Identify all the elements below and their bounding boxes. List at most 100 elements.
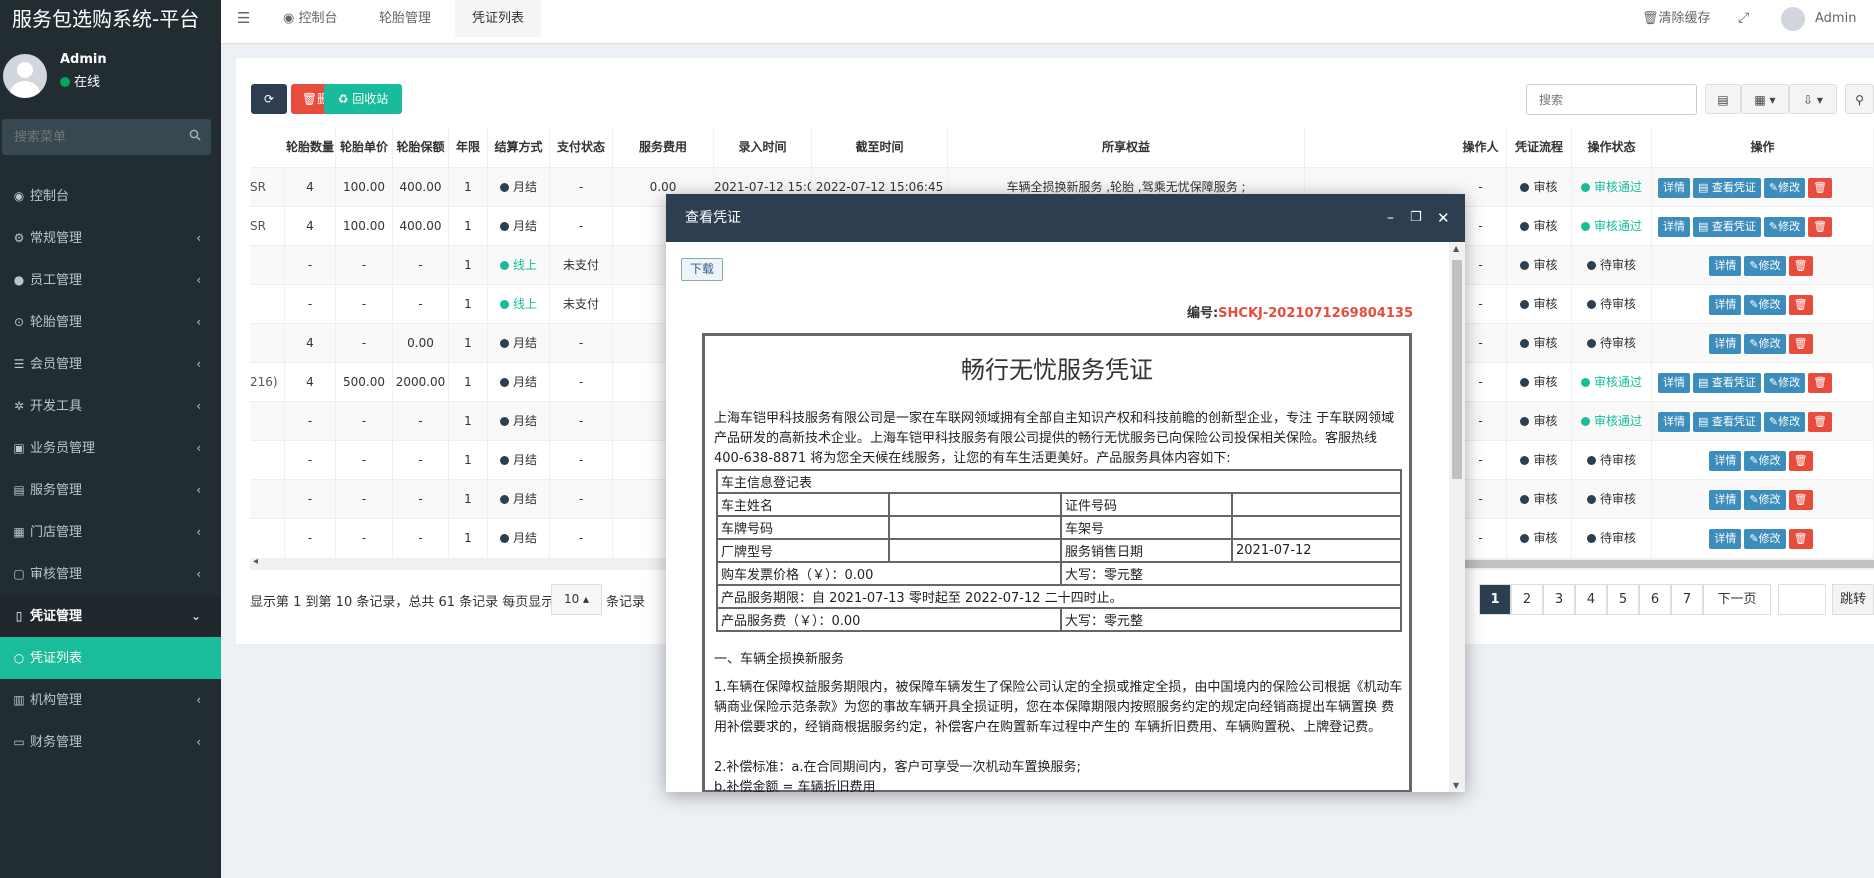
delete-row-button[interactable]: 🗑 xyxy=(1788,450,1813,471)
close-icon[interactable]: ✕ xyxy=(1437,194,1450,242)
col-header[interactable]: 截至时间 xyxy=(812,128,948,167)
scrollbar-thumb[interactable] xyxy=(1450,560,1874,568)
delete-row-button[interactable]: 🗑 xyxy=(1808,216,1833,237)
sidebar-item-members[interactable]: ☰ 会员管理 ‹ xyxy=(0,343,221,385)
edit-button[interactable]: ✎修改 xyxy=(1744,333,1786,354)
delete-row-button[interactable]: 🗑 xyxy=(1788,294,1813,315)
advanced-search-button[interactable]: ⚲ xyxy=(1845,84,1874,114)
minimize-icon[interactable]: – xyxy=(1387,194,1394,242)
sidebar-item-service[interactable]: ▤ 服务管理 ‹ xyxy=(0,469,221,511)
sidebar-item-audit[interactable]: ▢ 审核管理 ‹ xyxy=(0,553,221,595)
col-header[interactable]: 服务费用 xyxy=(613,128,714,167)
view-voucher-button[interactable]: ▤ 查看凭证 xyxy=(1693,177,1761,198)
detail-button[interactable]: 详情 xyxy=(1709,450,1742,471)
view-voucher-button[interactable]: ▤ 查看凭证 xyxy=(1693,411,1761,432)
admin-menu[interactable]: Admin xyxy=(1781,0,1856,37)
download-button[interactable]: 下载 xyxy=(681,258,723,281)
scroll-down-icon[interactable]: ▼ xyxy=(1453,781,1459,790)
page-6[interactable]: 6 xyxy=(1639,584,1671,615)
detail-button[interactable]: 详情 xyxy=(1709,489,1742,510)
tab-dashboard[interactable]: ◉ 控制台 xyxy=(283,0,338,37)
edit-button[interactable]: ✎修改 xyxy=(1744,528,1786,549)
search-icon[interactable] xyxy=(189,129,201,141)
page-1[interactable]: 1 xyxy=(1479,584,1511,615)
col-header[interactable]: 凭证流程 xyxy=(1507,128,1572,167)
delete-row-button[interactable]: 🗑 xyxy=(1788,255,1813,276)
detail-button[interactable]: 详情 xyxy=(1709,255,1742,276)
col-header[interactable]: 支付状态 xyxy=(550,128,613,167)
recycle-bin-button[interactable]: ♻ 回收站 xyxy=(324,84,402,114)
tab-tires[interactable]: 轮胎管理 xyxy=(371,0,439,37)
col-header[interactable]: 录入时间 xyxy=(714,128,812,167)
sidebar-item-vouchers[interactable]: ▯ 凭证管理 ⌄ xyxy=(0,595,221,637)
col-header[interactable]: 轮胎单价 xyxy=(336,128,393,167)
view-voucher-button[interactable]: ▤ 查看凭证 xyxy=(1693,216,1761,237)
detail-button[interactable]: 详情 xyxy=(1709,294,1742,315)
sidebar-item-general[interactable]: ⚙ 常规管理 ‹ xyxy=(0,217,221,259)
page-4[interactable]: 4 xyxy=(1575,584,1607,615)
app-brand[interactable]: 服务包选购系统-平台 xyxy=(0,0,221,38)
detail-button[interactable]: 详情 xyxy=(1658,411,1690,432)
delete-row-button[interactable]: 🗑 xyxy=(1808,372,1833,393)
scroll-up-icon[interactable]: ▲ xyxy=(1453,244,1459,253)
jump-page-input[interactable] xyxy=(1778,584,1826,615)
refresh-button[interactable]: ⟳ xyxy=(251,84,287,114)
sidebar-item-tires[interactable]: ⊙ 轮胎管理 ‹ xyxy=(0,301,221,343)
detail-button[interactable]: 详情 xyxy=(1658,177,1690,198)
page-7[interactable]: 7 xyxy=(1671,584,1703,615)
detail-button[interactable]: 详情 xyxy=(1658,372,1690,393)
sidebar-item-salesman[interactable]: ▣ 业务员管理 ‹ xyxy=(0,427,221,469)
page-size-select[interactable]: 10 ▴ xyxy=(551,584,602,615)
page-3[interactable]: 3 xyxy=(1543,584,1575,615)
page-5[interactable]: 5 xyxy=(1607,584,1639,615)
sidebar-item-devtools[interactable]: ✲ 开发工具 ‹ xyxy=(0,385,221,427)
col-header[interactable]: 所享权益 xyxy=(948,128,1305,167)
detail-button[interactable]: 详情 xyxy=(1709,528,1742,549)
sidebar-item-institutions[interactable]: ▥ 机构管理 ‹ xyxy=(0,679,221,721)
col-header[interactable]: 轮胎保额 xyxy=(393,128,449,167)
edit-button[interactable]: ✎修改 xyxy=(1763,372,1806,393)
col-header[interactable]: 结算方式 xyxy=(488,128,550,167)
sidebar-item-voucher-list[interactable]: ○ 凭证列表 xyxy=(0,637,221,679)
scrollbar-thumb[interactable] xyxy=(1452,260,1462,479)
sidebar-item-dashboard[interactable]: ◉ 控制台 xyxy=(0,175,221,217)
edit-button[interactable]: ✎修改 xyxy=(1763,177,1806,198)
delete-row-button[interactable]: 🗑 xyxy=(1788,489,1813,510)
menu-search-input[interactable] xyxy=(2,119,211,155)
sidebar-toggle-icon[interactable]: ☰ xyxy=(237,0,250,37)
col-header[interactable]: 操作 xyxy=(1652,128,1874,167)
export-dropdown-button[interactable]: ⇩ ▾ xyxy=(1789,84,1837,114)
maximize-icon[interactable]: ❐ xyxy=(1410,194,1422,242)
toggle-view-button[interactable]: ▤ xyxy=(1705,84,1741,114)
edit-button[interactable]: ✎修改 xyxy=(1763,411,1806,432)
col-header[interactable]: 操作人 xyxy=(1455,128,1507,167)
col-header[interactable]: 轮胎数量 xyxy=(285,128,336,167)
columns-dropdown-button[interactable]: ▦ ▾ xyxy=(1741,84,1789,114)
detail-button[interactable]: 详情 xyxy=(1658,216,1690,237)
jump-button[interactable]: 跳转 xyxy=(1832,584,1874,615)
edit-button[interactable]: ✎修改 xyxy=(1744,255,1786,276)
edit-button[interactable]: ✎修改 xyxy=(1744,294,1786,315)
fullscreen-icon[interactable]: ⤢ xyxy=(1738,0,1749,37)
edit-button[interactable]: ✎修改 xyxy=(1744,450,1786,471)
edit-button[interactable]: ✎修改 xyxy=(1744,489,1786,510)
page-2[interactable]: 2 xyxy=(1511,584,1543,615)
tab-voucher-list[interactable]: 凭证列表 xyxy=(455,0,542,37)
delete-row-button[interactable]: 🗑 xyxy=(1788,528,1813,549)
detail-button[interactable]: 详情 xyxy=(1709,333,1742,354)
sidebar-item-finance[interactable]: ▭ 财务管理 ‹ xyxy=(0,721,221,763)
col-header[interactable]: 操作状态 xyxy=(1572,128,1652,167)
view-voucher-button[interactable]: ▤ 查看凭证 xyxy=(1693,372,1761,393)
delete-row-button[interactable]: 🗑 xyxy=(1808,411,1833,432)
edit-button[interactable]: ✎修改 xyxy=(1763,216,1806,237)
next-page-button[interactable]: 下一页 xyxy=(1703,584,1771,615)
table-search-input[interactable] xyxy=(1526,84,1697,115)
delete-row-button[interactable]: 🗑 xyxy=(1808,177,1833,198)
sidebar-item-staff[interactable]: ● 员工管理 ‹ xyxy=(0,259,221,301)
clear-cache-button[interactable]: 🗑清除缓存 xyxy=(1642,0,1711,37)
scroll-left-icon[interactable]: ◂ xyxy=(253,556,258,567)
col-header[interactable]: 年限 xyxy=(449,128,488,167)
modal-vertical-scrollbar[interactable]: ▲ ▼ xyxy=(1449,242,1465,792)
delete-row-button[interactable]: 🗑 xyxy=(1788,333,1813,354)
sidebar-item-stores[interactable]: ▦ 门店管理 ‹ xyxy=(0,511,221,553)
